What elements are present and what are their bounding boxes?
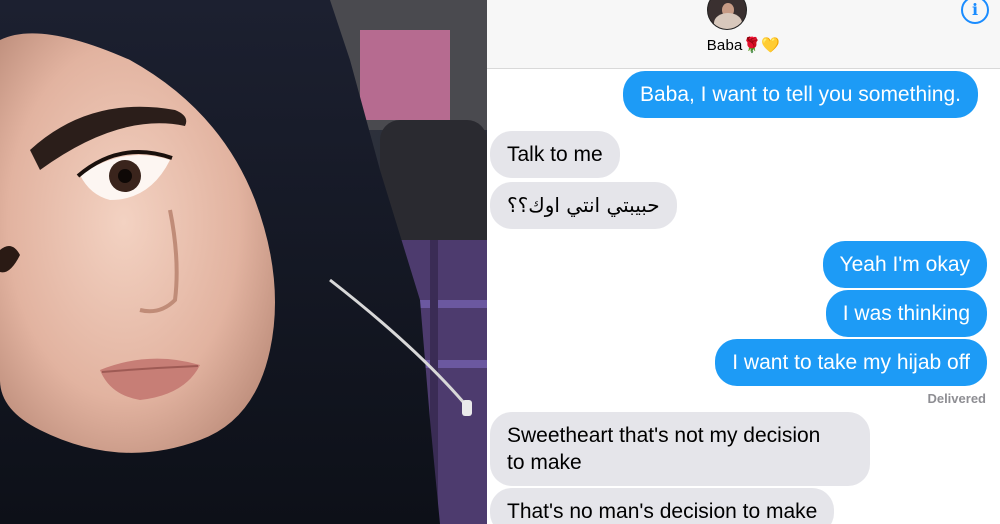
message-line: to make <box>507 451 582 474</box>
message-thread: Baba🌹💛 i Baba, I want to tell you someth… <box>487 0 1000 524</box>
contact-avatar[interactable] <box>707 0 747 30</box>
selfie-image <box>0 0 487 524</box>
message-bubble-outgoing: Baba, I want to tell you something. <box>622 71 978 118</box>
message-bubble-incoming: Talk to me <box>490 131 620 178</box>
delivery-status: Delivered <box>927 391 986 406</box>
message-bubble-incoming: That's no man's decision to make <box>490 488 835 524</box>
message-bubble-outgoing: Yeah I'm okay <box>822 241 987 288</box>
message-bubble-outgoing: I was thinking <box>825 290 987 337</box>
message-line: Sweetheart that's not my decision <box>507 424 821 447</box>
message-bubble-incoming: حبيبتي انتي اوك؟؟ <box>490 182 677 229</box>
message-bubble-outgoing: I want to take my hijab off <box>715 339 987 386</box>
contact-name[interactable]: Baba🌹💛 <box>487 36 1000 54</box>
info-icon[interactable]: i <box>961 0 989 24</box>
selfie-photo <box>0 0 487 524</box>
conversation-header: Baba🌹💛 i <box>487 0 1000 69</box>
message-bubble-incoming: Sweetheart that's not my decision to mak… <box>490 412 870 486</box>
